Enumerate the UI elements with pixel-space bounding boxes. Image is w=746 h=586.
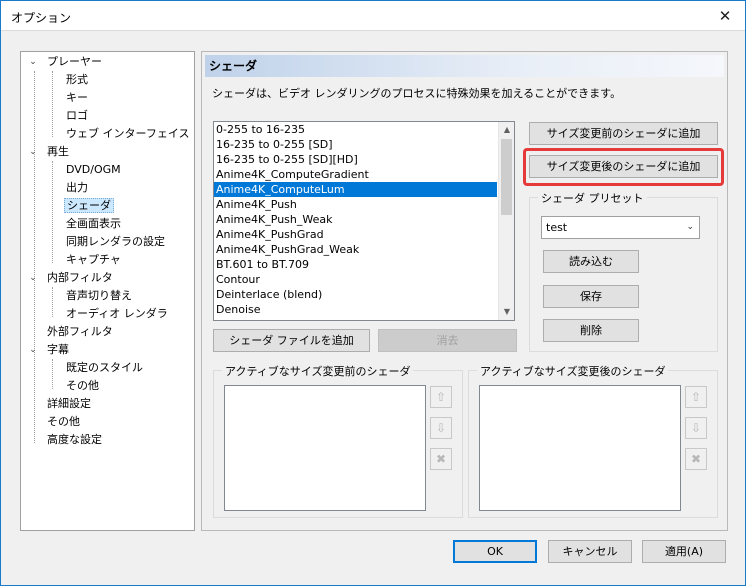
options-window: オプション ✕ ⌄ プレーヤー 形式 キー ロゴ ウェブ インターフェイス ⌄ 再生… xyxy=(0,0,746,586)
preset-group: シェーダ プリセット test ⌄ 読み込む 保存 削除 xyxy=(529,190,718,352)
move-down-icon[interactable]: ⇩ xyxy=(685,417,707,439)
chevron-down-icon[interactable]: ⌄ xyxy=(27,269,39,287)
tree-item-output[interactable]: 出力 xyxy=(66,179,88,197)
apply-button[interactable]: 適用(A) xyxy=(642,540,726,563)
tree-item-internal-filters[interactable]: ⌄ 内部フィルタ xyxy=(29,269,113,287)
shader-list-scrollbar[interactable]: ▲ ▼ xyxy=(498,122,514,320)
category-tree[interactable]: ⌄ プレーヤー 形式 キー ロゴ ウェブ インターフェイス ⌄ 再生 DVD/OGM… xyxy=(20,51,195,531)
shader-list-item[interactable]: Anime4K_ComputeGradient xyxy=(214,167,497,182)
shader-list-item[interactable]: BT.601 to BT.709 xyxy=(214,257,497,272)
active-post-resize-label: アクティブなサイズ変更後のシェーダ xyxy=(477,363,669,379)
move-down-icon[interactable]: ⇩ xyxy=(430,417,452,439)
tree-item-player[interactable]: ⌄ プレーヤー xyxy=(29,53,102,71)
cancel-button[interactable]: キャンセル xyxy=(548,540,632,563)
chevron-down-icon[interactable]: ⌄ xyxy=(27,53,39,71)
delete-button[interactable]: 削除 xyxy=(543,319,639,342)
add-post-resize-button[interactable]: サイズ変更後のシェーダに追加 xyxy=(529,155,718,178)
tree-item-subtitles-misc[interactable]: その他 xyxy=(66,377,99,395)
clear-icon[interactable]: ✖ xyxy=(430,448,452,470)
tree-item-web-interface[interactable]: ウェブ インターフェイス xyxy=(66,125,190,143)
tree-item-audio-renderer[interactable]: オーディオ レンダラ xyxy=(66,305,168,323)
move-up-icon[interactable]: ⇧ xyxy=(430,386,452,408)
active-post-resize-list[interactable] xyxy=(479,385,681,511)
move-up-icon[interactable]: ⇧ xyxy=(685,386,707,408)
clear-icon[interactable]: ✖ xyxy=(685,448,707,470)
shader-list-item[interactable]: 16-235 to 0-255 [SD] xyxy=(214,137,497,152)
tree-item-playback[interactable]: ⌄ 再生 xyxy=(29,143,69,161)
tree-item-audio-switcher[interactable]: 音声切り替え xyxy=(66,287,132,305)
tree-connector xyxy=(34,71,35,443)
shader-list-item[interactable]: Contour xyxy=(214,272,497,287)
tree-item-advanced-settings[interactable]: 詳細設定 xyxy=(47,395,91,413)
tree-item-logo[interactable]: ロゴ xyxy=(66,107,88,125)
add-pre-resize-button[interactable]: サイズ変更前のシェーダに追加 xyxy=(529,122,718,145)
shader-list-item[interactable]: Anime4K_Push_Weak xyxy=(214,212,497,227)
preset-select-value: test xyxy=(546,221,568,234)
tree-item-capture[interactable]: キャプチャ xyxy=(66,251,121,269)
ok-button[interactable]: OK xyxy=(453,540,537,563)
tree-item-sync-renderer[interactable]: 同期レンダラの設定 xyxy=(66,233,165,251)
remove-button[interactable]: 消去 xyxy=(378,329,517,352)
tree-item-format[interactable]: 形式 xyxy=(66,71,88,89)
preset-group-label: シェーダ プリセット xyxy=(538,190,647,206)
preset-select[interactable]: test ⌄ xyxy=(541,216,700,239)
shader-list-item[interactable]: 16-235 to 0-255 [SD][HD] xyxy=(214,152,497,167)
tree-item-misc[interactable]: その他 xyxy=(47,413,80,431)
scroll-up-icon[interactable]: ▲ xyxy=(499,122,514,138)
tree-item-external-filters[interactable]: 外部フィルタ xyxy=(47,323,113,341)
save-button[interactable]: 保存 xyxy=(543,285,639,308)
active-pre-resize-label: アクティブなサイズ変更前のシェーダ xyxy=(222,363,414,379)
shaders-panel: シェーダ シェーダは、ビデオ レンダリングのプロセスに特殊効果を加えることができ… xyxy=(201,51,728,531)
active-pre-resize-list[interactable] xyxy=(224,385,426,511)
tree-connector xyxy=(52,287,53,317)
tree-item-shaders[interactable]: シェーダ xyxy=(64,197,114,215)
tree-item-default-style[interactable]: 既定のスタイル xyxy=(66,359,143,377)
add-shader-file-button[interactable]: シェーダ ファイルを追加 xyxy=(213,329,370,352)
tree-connector xyxy=(52,359,53,389)
shader-list-item[interactable]: 0-255 to 16-235 xyxy=(214,122,497,137)
panel-description: シェーダは、ビデオ レンダリングのプロセスに特殊効果を加えることができます。 xyxy=(212,87,622,100)
tree-item-subtitles[interactable]: ⌄ 字幕 xyxy=(29,341,69,359)
panel-title: シェーダ xyxy=(205,55,724,77)
tree-item-expert-settings[interactable]: 高度な設定 xyxy=(47,431,102,449)
shader-list-item[interactable]: Anime4K_ComputeLum xyxy=(214,182,497,197)
scroll-down-icon[interactable]: ▼ xyxy=(499,304,514,320)
chevron-down-icon: ⌄ xyxy=(686,222,694,232)
tree-item-dvd-ogm[interactable]: DVD/OGM xyxy=(66,161,121,179)
shader-list-item[interactable]: Anime4K_PushGrad_Weak xyxy=(214,242,497,257)
shader-list[interactable]: 0-255 to 16-235 16-235 to 0-255 [SD] 16-23… xyxy=(213,121,515,321)
active-pre-resize-group: アクティブなサイズ変更前のシェーダ ⇧ ⇩ ✖ xyxy=(213,363,463,518)
title-bar: オプション ✕ xyxy=(1,1,745,31)
shader-list-item[interactable]: Denoise xyxy=(214,302,497,317)
close-icon[interactable]: ✕ xyxy=(713,5,737,27)
tree-item-keys[interactable]: キー xyxy=(66,89,88,107)
chevron-down-icon[interactable]: ⌄ xyxy=(27,341,39,359)
shader-list-item[interactable]: Anime4K_Push xyxy=(214,197,497,212)
shader-list-item[interactable]: Deinterlace (blend) xyxy=(214,287,497,302)
scroll-thumb[interactable] xyxy=(501,139,512,215)
tree-item-fullscreen[interactable]: 全画面表示 xyxy=(66,215,121,233)
tree-connector xyxy=(52,71,53,137)
shader-items: 0-255 to 16-235 16-235 to 0-255 [SD] 16-23… xyxy=(214,122,514,317)
load-button[interactable]: 読み込む xyxy=(543,250,639,273)
chevron-down-icon[interactable]: ⌄ xyxy=(27,143,39,161)
active-post-resize-group: アクティブなサイズ変更後のシェーダ ⇧ ⇩ ✖ xyxy=(468,363,718,518)
shader-list-item[interactable]: Anime4K_PushGrad xyxy=(214,227,497,242)
tree-connector xyxy=(52,161,53,263)
window-title: オプション xyxy=(11,11,72,25)
